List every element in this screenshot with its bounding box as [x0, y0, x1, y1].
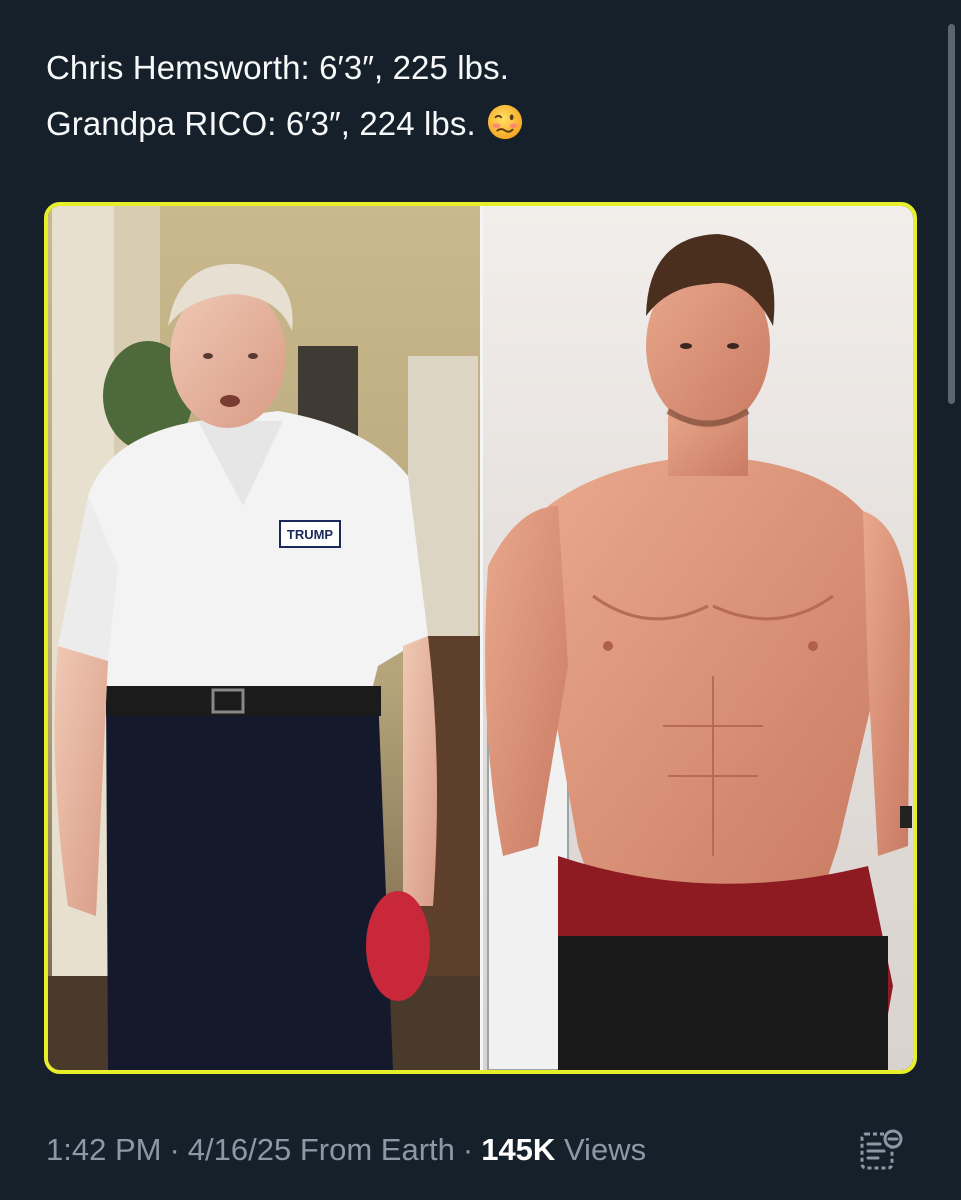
tweet-meta: 1:42 PM · 4/16/25 From Earth · 145K Views	[46, 1128, 646, 1172]
tweet-line-2-text: Grandpa RICO: 6′3″, 224 lbs.	[46, 105, 476, 142]
tweet-line-2: Grandpa RICO: 6′3″, 224 lbs.	[46, 96, 524, 152]
media-photo[interactable]: TRUMP	[44, 202, 917, 1074]
meta-separator: ·	[169, 1132, 180, 1167]
comparison-photo: TRUMP	[48, 206, 913, 1070]
meta-separator: ·	[462, 1132, 474, 1167]
analytics-icon[interactable]	[858, 1128, 904, 1172]
shirt-logo-text: TRUMP	[287, 527, 334, 542]
tweet-text: Chris Hemsworth: 6′3″, 225 lbs. Grandpa …	[46, 40, 524, 152]
tweet-time[interactable]: 1:42 PM	[46, 1132, 161, 1167]
woozy-face-emoji-icon	[487, 104, 522, 140]
tweet-line-1: Chris Hemsworth: 6′3″, 225 lbs.	[46, 49, 509, 86]
views-label: Views	[563, 1132, 647, 1167]
scrollbar[interactable]	[948, 24, 955, 404]
tweet-source: From Earth	[299, 1132, 455, 1167]
views-count: 145K	[481, 1132, 556, 1167]
tweet-date[interactable]: 4/16/25	[188, 1132, 291, 1167]
